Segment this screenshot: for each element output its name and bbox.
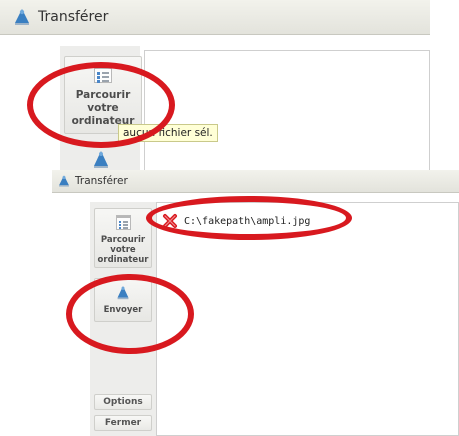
front-window: Transférer Parcourir votre ordinateur En… (52, 170, 459, 436)
front-window-titlebar: Transférer (52, 170, 459, 193)
remove-x-icon[interactable] (162, 213, 178, 229)
send-icon (117, 286, 129, 300)
front-browse-button[interactable]: Parcourir votre ordinateur (94, 208, 152, 268)
file-list-item[interactable]: C:\fakepath\ampli.jpg (162, 212, 362, 230)
file-tooltip: aucun fichier sél. (118, 124, 218, 142)
front-window-file-list (156, 202, 459, 436)
file-path: C:\fakepath\ampli.jpg (184, 215, 311, 227)
upload-app-icon (15, 9, 29, 25)
upload-app-icon (59, 175, 69, 187)
back-window-title: Transférer (38, 9, 109, 25)
browse-computer-icon (94, 65, 112, 83)
options-button[interactable]: Options (94, 394, 152, 410)
close-button[interactable]: Fermer (94, 415, 152, 431)
back-send-icon (94, 151, 108, 168)
back-browse-button[interactable]: Parcourir votre ordinateur (64, 56, 142, 134)
send-button-label: Envoyer (103, 305, 143, 315)
send-button[interactable]: Envoyer (94, 278, 152, 322)
front-browse-button-label: Parcourir votre ordinateur (97, 235, 149, 265)
browse-computer-icon (116, 215, 131, 230)
back-window-titlebar: Transférer (0, 0, 430, 35)
back-browse-button-label: Parcourir votre ordinateur (71, 89, 135, 127)
front-window-title: Transférer (75, 175, 128, 187)
